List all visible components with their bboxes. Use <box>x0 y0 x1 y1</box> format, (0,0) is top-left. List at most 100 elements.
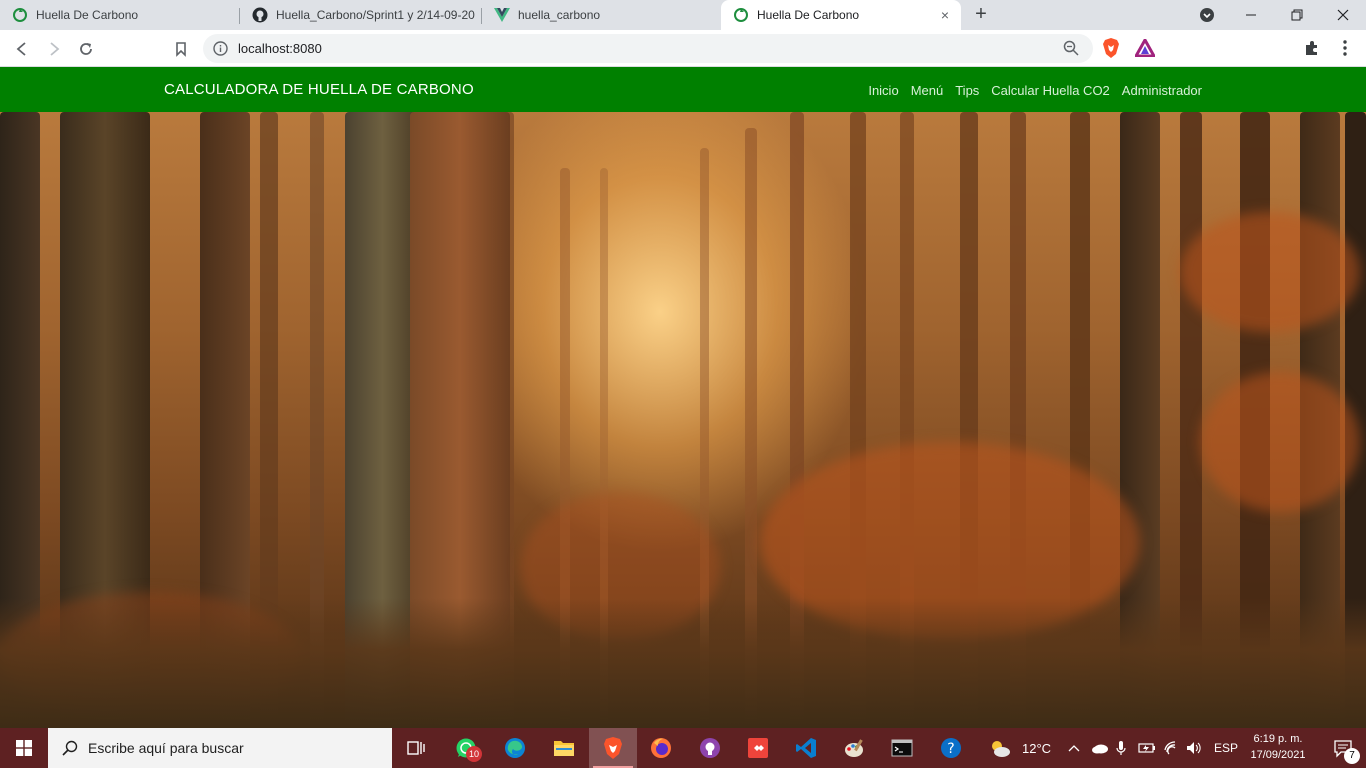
start-button[interactable] <box>0 728 48 768</box>
action-center-button[interactable]: 7 <box>1320 728 1366 768</box>
brave-app[interactable] <box>589 728 637 768</box>
windows-logo-icon <box>16 740 32 756</box>
tab-title: Huella De Carbono <box>36 8 139 22</box>
github-desktop-app[interactable] <box>686 728 734 768</box>
weather-cloud-sun-icon <box>992 741 1010 757</box>
cloud-icon <box>1092 744 1108 754</box>
site-navbar: CALCULADORA DE HUELLA DE CARBONO Inicio … <box>0 67 1366 112</box>
task-view-button[interactable] <box>392 728 440 768</box>
menu-icon[interactable] <box>1334 37 1356 59</box>
clock-time: 6:19 p. m. <box>1253 733 1303 745</box>
nav-link-calcular[interactable]: Calcular Huella CO2 <box>991 83 1110 98</box>
edge-icon <box>505 738 525 758</box>
microphone-tray[interactable] <box>1116 728 1126 768</box>
forward-arrow-icon <box>50 42 60 56</box>
temperature: 12°C <box>1022 740 1052 756</box>
forward-button[interactable] <box>42 37 66 61</box>
autumn-leaves <box>1180 212 1360 332</box>
reload-icon <box>80 43 92 55</box>
github-icon <box>252 7 268 23</box>
terminal-app[interactable] <box>878 728 926 768</box>
clock-date: 17/09/2021 <box>1250 749 1306 761</box>
whatsapp-app[interactable]: 10 <box>442 728 490 768</box>
anydesk-icon <box>748 738 768 758</box>
notification-badge: 10 <box>466 746 482 762</box>
bookmark-icon <box>176 42 186 57</box>
taskbar-search[interactable]: Escribe aquí para buscar <box>48 728 392 768</box>
tab-huella-1[interactable]: Huella De Carbono <box>0 0 240 30</box>
terminal-icon <box>891 739 913 757</box>
tab-vue[interactable]: huella_carbono <box>482 0 720 30</box>
tab-search-button[interactable] <box>1184 0 1230 30</box>
forest-floor <box>0 598 1366 728</box>
firefox-icon <box>651 738 671 758</box>
tab-title: Huella De Carbono <box>757 8 860 22</box>
vscode-app[interactable] <box>782 728 830 768</box>
folder-icon <box>554 741 574 756</box>
paint-app[interactable] <box>830 728 878 768</box>
github-desktop-icon <box>700 738 720 758</box>
close-window-button[interactable] <box>1320 0 1366 30</box>
brave-rewards-icon[interactable] <box>1134 37 1156 59</box>
search-placeholder: Escribe aquí para buscar <box>88 740 244 756</box>
onedrive-tray[interactable] <box>1091 728 1109 768</box>
edge-app[interactable] <box>491 728 539 768</box>
extensions-icon[interactable] <box>1301 37 1323 59</box>
recycle-icon <box>12 7 28 23</box>
nav-link-menu[interactable]: Menú <box>911 83 944 98</box>
speaker-icon <box>1187 742 1201 754</box>
recycle-icon <box>733 7 749 23</box>
chevron-up-icon <box>1068 745 1080 752</box>
firefox-app[interactable] <box>637 728 685 768</box>
new-tab-button[interactable]: + <box>970 4 992 25</box>
forest-hero-image <box>0 112 1366 728</box>
restore-icon <box>1291 9 1303 21</box>
url-text: localhost:8080 <box>238 41 322 56</box>
reload-button[interactable] <box>74 37 98 61</box>
restore-button[interactable] <box>1274 0 1320 30</box>
bookmark-button[interactable] <box>169 37 193 61</box>
language-text: ESP <box>1214 741 1239 755</box>
browser-toolbar: localhost:8080 <box>0 30 1366 67</box>
show-hidden-icons[interactable] <box>1068 728 1080 768</box>
microphone-icon <box>1116 741 1126 755</box>
file-explorer-app[interactable] <box>540 728 588 768</box>
svg-text:?: ? <box>947 741 954 757</box>
tab-huella-active[interactable]: Huella De Carbono × <box>721 0 961 30</box>
clock[interactable]: 6:19 p. m. 17/09/2021 <box>1242 731 1314 763</box>
weather-widget[interactable]: 12°C <box>988 728 1051 768</box>
back-arrow-icon <box>16 42 26 56</box>
help-app[interactable]: ? <box>927 728 975 768</box>
close-icon <box>1337 9 1349 21</box>
page-viewport: CALCULADORA DE HUELLA DE CARBONO Inicio … <box>0 67 1366 728</box>
nav-link-tips[interactable]: Tips <box>955 83 979 98</box>
wifi-tray[interactable] <box>1164 728 1180 768</box>
back-button[interactable] <box>10 37 34 61</box>
nav-link-inicio[interactable]: Inicio <box>868 83 898 98</box>
battery-tray[interactable] <box>1138 728 1156 768</box>
address-bar[interactable]: localhost:8080 <box>203 34 1093 63</box>
search-icon <box>62 740 78 761</box>
language-indicator[interactable]: ESP <box>1214 728 1238 768</box>
vue-icon <box>494 7 510 23</box>
volume-tray[interactable] <box>1186 728 1202 768</box>
zoom-icon[interactable] <box>1063 40 1079 61</box>
nav-link-administrador[interactable]: Administrador <box>1122 83 1202 98</box>
anydesk-app[interactable] <box>734 728 782 768</box>
windows-taskbar: Escribe aquí para buscar 10 ? 12°C ESP 6… <box>0 728 1366 768</box>
help-icon: ? <box>941 738 961 758</box>
site-brand[interactable]: CALCULADORA DE HUELLA DE CARBONO <box>164 81 474 98</box>
tab-github[interactable]: Huella_Carbono/Sprint1 y 2/14-09-20 <box>240 0 482 30</box>
brave-shields-icon[interactable] <box>1100 37 1122 59</box>
vscode-icon <box>796 738 816 758</box>
minimize-icon <box>1246 14 1256 16</box>
info-icon[interactable] <box>213 41 228 61</box>
battery-icon <box>1138 743 1155 753</box>
chevron-down-icon <box>1200 8 1214 22</box>
paint-icon <box>845 739 863 757</box>
task-view-icon <box>407 741 425 755</box>
minimize-button[interactable] <box>1228 0 1274 30</box>
nav-links: Inicio Menú Tips Calcular Huella CO2 Adm… <box>868 83 1202 98</box>
notification-count: 7 <box>1344 748 1360 764</box>
close-tab-icon[interactable]: × <box>937 7 953 23</box>
